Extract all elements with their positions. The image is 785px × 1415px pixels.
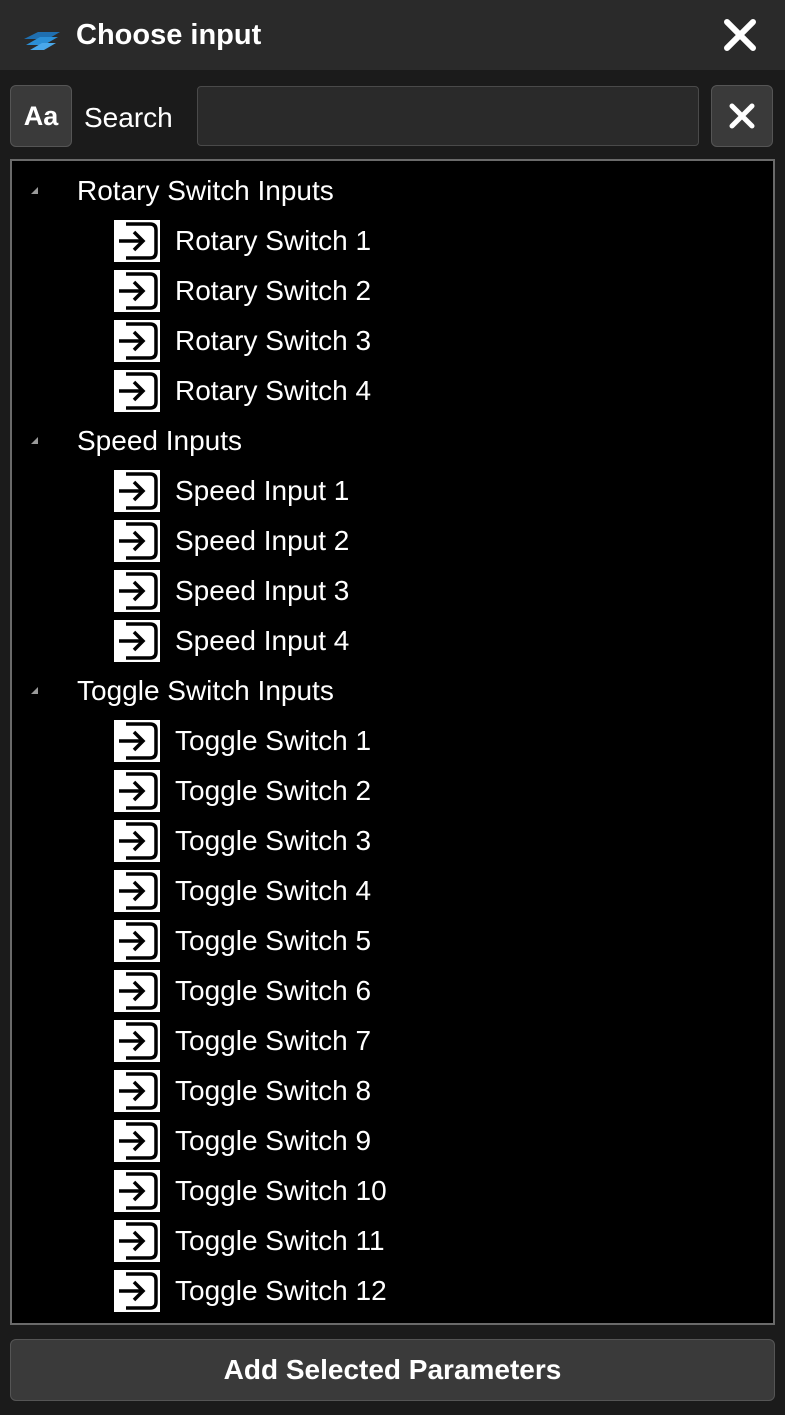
tree-item-label: Toggle Switch 6 xyxy=(175,975,372,1006)
input-icon xyxy=(114,270,160,312)
tree-group-row[interactable]: Rotary Switch Inputs xyxy=(12,166,773,216)
tree-item-label: Toggle Switch 7 xyxy=(175,1025,372,1056)
tree-item[interactable]: Speed Input 4 xyxy=(12,616,773,666)
expand-arrow-icon[interactable] xyxy=(31,187,38,194)
tree-item-label: Toggle Switch 12 xyxy=(175,1275,387,1306)
input-icon xyxy=(114,870,160,912)
tree-item[interactable]: Speed Input 1 xyxy=(12,466,773,516)
close-icon xyxy=(724,19,756,51)
input-icon xyxy=(114,920,160,962)
tree-item-label: Speed Input 1 xyxy=(175,475,350,506)
input-icon xyxy=(114,1070,160,1112)
search-input[interactable] xyxy=(197,86,699,146)
tree-item[interactable]: Toggle Switch 1 xyxy=(12,716,773,766)
tree-item-label: Toggle Switch 3 xyxy=(175,825,372,856)
tree-group-row[interactable]: Speed Inputs xyxy=(12,416,773,466)
clear-search-button[interactable] xyxy=(711,85,773,147)
input-icon xyxy=(114,1120,160,1162)
tree-item[interactable]: Speed Input 2 xyxy=(12,516,773,566)
choose-input-dialog: Choose input Aa Search Rotary Switch Inp… xyxy=(0,0,785,1415)
tree-item[interactable]: Toggle Switch 8 xyxy=(12,1066,773,1116)
input-icon xyxy=(114,720,160,762)
tree-item[interactable]: Toggle Switch 10 xyxy=(12,1166,773,1216)
tree-item-label: Speed Input 3 xyxy=(175,575,350,606)
tree-item-label: Rotary Switch 2 xyxy=(175,275,372,306)
tree-item[interactable]: Toggle Switch 7 xyxy=(12,1016,773,1066)
dialog-title: Choose input xyxy=(76,19,262,51)
input-icon xyxy=(114,220,160,262)
input-icon xyxy=(114,620,160,662)
tree-item[interactable]: Toggle Switch 11 xyxy=(12,1216,773,1266)
tree-item[interactable]: Rotary Switch 2 xyxy=(12,266,773,316)
tree-item[interactable]: Toggle Switch 5 xyxy=(12,916,773,966)
tree-item[interactable]: Toggle Switch 3 xyxy=(12,816,773,866)
expand-arrow-icon[interactable] xyxy=(31,437,38,444)
tree-list: Rotary Switch Inputs Rotary Switch 1 Rotar… xyxy=(12,161,773,1316)
tree-group-row[interactable]: Toggle Switch Inputs xyxy=(12,666,773,716)
tree-item[interactable]: Toggle Switch 12 xyxy=(12,1266,773,1316)
input-icon xyxy=(114,470,160,512)
input-icon xyxy=(114,520,160,562)
input-icon xyxy=(114,1220,160,1262)
tree-group-children: Speed Input 1 Speed Input 2 Speed Input 3 S… xyxy=(12,466,773,666)
input-icon xyxy=(114,320,160,362)
tree-item-label: Speed Input 2 xyxy=(175,525,350,556)
input-icon xyxy=(114,370,160,412)
input-icon xyxy=(114,770,160,812)
tree-group-label: Toggle Switch Inputs xyxy=(77,675,334,706)
close-button[interactable] xyxy=(716,12,764,58)
tree-item-label: Toggle Switch 9 xyxy=(175,1125,372,1156)
input-icon xyxy=(114,820,160,862)
tree-group-children: Toggle Switch 1 Toggle Switch 2 Toggle Swi… xyxy=(12,716,773,1316)
tree-item-label: Toggle Switch 1 xyxy=(175,725,372,756)
search-label: Search xyxy=(84,102,173,133)
tree-item-label: Toggle Switch 11 xyxy=(175,1225,385,1256)
tree-item-label: Toggle Switch 10 xyxy=(175,1175,387,1206)
tree-item-label: Toggle Switch 2 xyxy=(175,775,372,806)
tree-item[interactable]: Speed Input 3 xyxy=(12,566,773,616)
tree-item[interactable]: Toggle Switch 9 xyxy=(12,1116,773,1166)
expand-arrow-icon[interactable] xyxy=(31,687,38,694)
tree-group-label: Speed Inputs xyxy=(77,425,243,456)
tree-group: Rotary Switch Inputs Rotary Switch 1 Rotar… xyxy=(12,166,773,416)
app-logo-icon xyxy=(24,32,60,50)
tree-group-children: Rotary Switch 1 Rotary Switch 2 Rotary Swi… xyxy=(12,216,773,416)
tree-item[interactable]: Rotary Switch 4 xyxy=(12,366,773,416)
tree-item-label: Rotary Switch 1 xyxy=(175,225,372,256)
input-tree[interactable]: Rotary Switch Inputs Rotary Switch 1 Rotar… xyxy=(10,159,775,1325)
tree-item[interactable]: Rotary Switch 1 xyxy=(12,216,773,266)
tree-item-label: Rotary Switch 3 xyxy=(175,325,372,356)
add-selected-parameters-button[interactable]: Add Selected Parameters xyxy=(10,1339,775,1401)
tree-item[interactable]: Toggle Switch 4 xyxy=(12,866,773,916)
match-case-button[interactable]: Aa xyxy=(10,85,72,147)
tree-item-label: Speed Input 4 xyxy=(175,625,350,656)
input-icon xyxy=(114,1170,160,1212)
tree-item-label: Toggle Switch 5 xyxy=(175,925,372,956)
input-icon xyxy=(114,970,160,1012)
close-icon xyxy=(729,103,755,129)
input-icon xyxy=(114,570,160,612)
tree-item-label: Toggle Switch 8 xyxy=(175,1075,372,1106)
tree-group: Toggle Switch Inputs Toggle Switch 1 Toggl… xyxy=(12,666,773,1316)
tree-item[interactable]: Rotary Switch 3 xyxy=(12,316,773,366)
tree-item-label: Toggle Switch 4 xyxy=(175,875,372,906)
tree-group: Speed Inputs Speed Input 1 Speed Input 2 Sp… xyxy=(12,416,773,666)
input-icon xyxy=(114,1020,160,1062)
input-icon xyxy=(114,1270,160,1312)
tree-item-label: Rotary Switch 4 xyxy=(175,375,372,406)
title-bar: Choose input xyxy=(0,0,785,70)
tree-item[interactable]: Toggle Switch 6 xyxy=(12,966,773,1016)
tree-group-label: Rotary Switch Inputs xyxy=(77,175,334,206)
tree-item[interactable]: Toggle Switch 2 xyxy=(12,766,773,816)
